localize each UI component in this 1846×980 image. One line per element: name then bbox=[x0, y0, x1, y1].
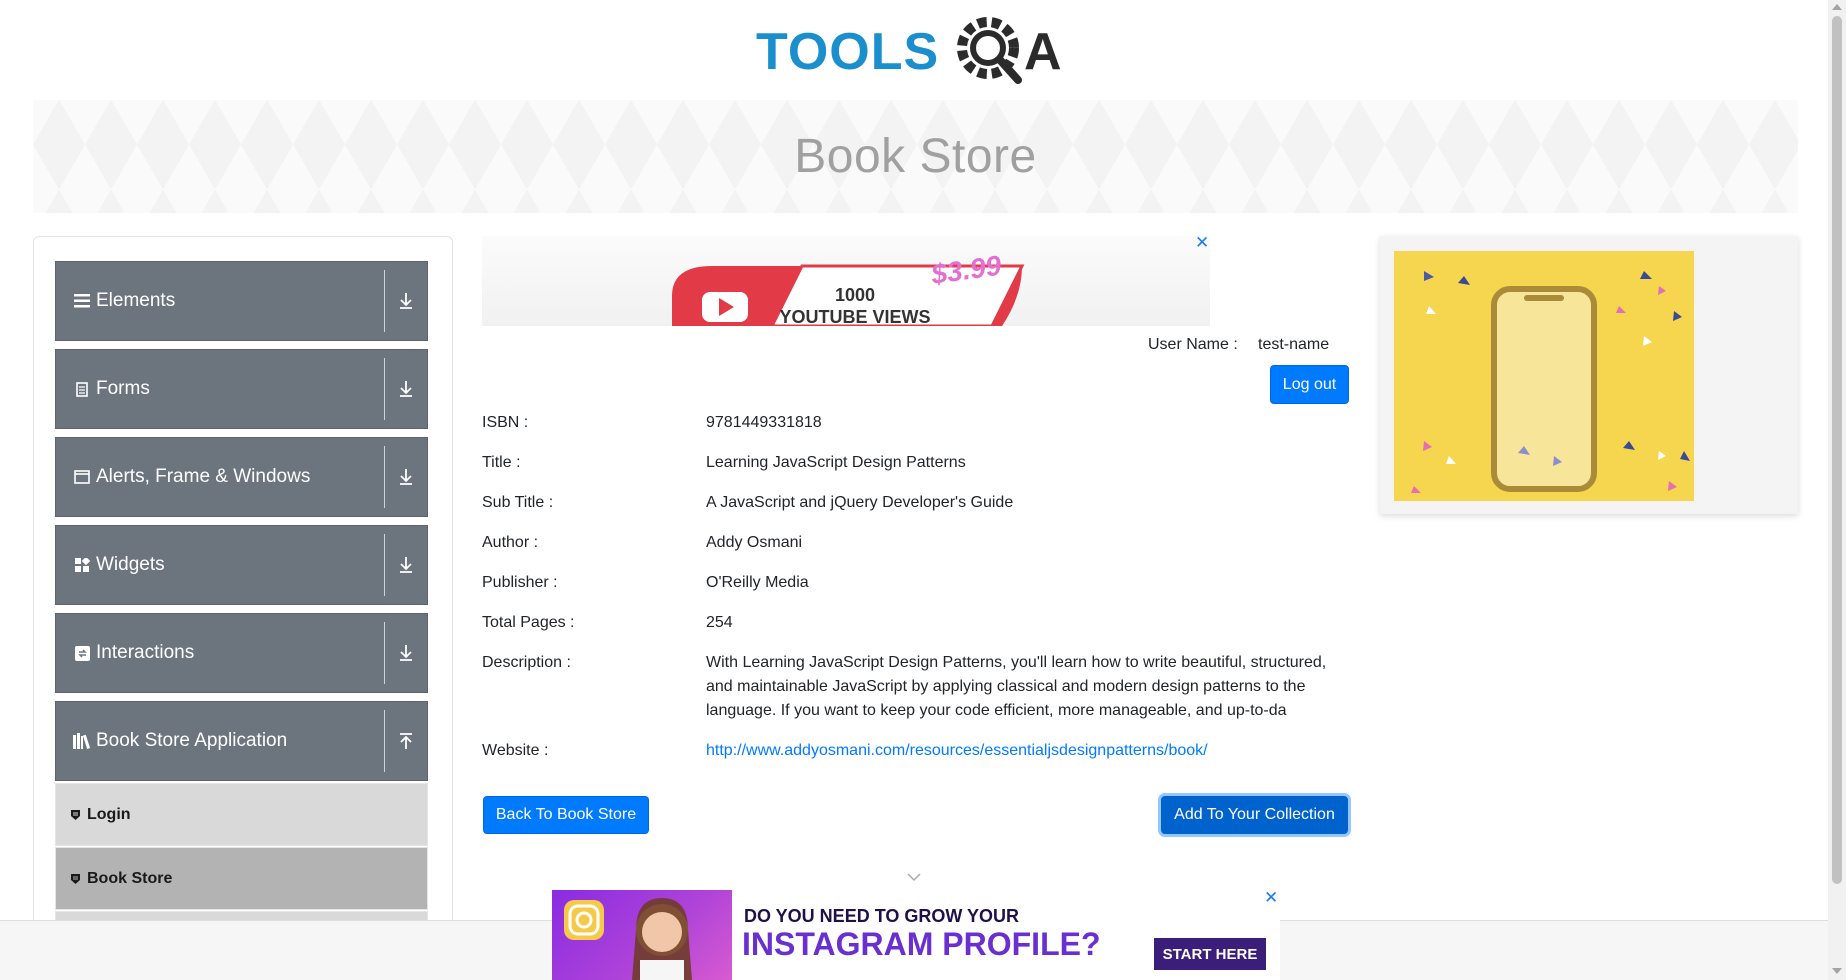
sidebar-group-label: Interactions bbox=[96, 642, 195, 663]
document-icon bbox=[72, 381, 92, 397]
download-arrow-icon bbox=[385, 556, 427, 574]
download-arrow-icon bbox=[385, 468, 427, 486]
download-arrow-icon bbox=[385, 644, 427, 662]
download-arrow-icon bbox=[385, 380, 427, 398]
sidebar-group-label: Widgets bbox=[96, 554, 165, 575]
ad-image bbox=[552, 890, 732, 980]
sidebar-group-interactions[interactable]: Interactions bbox=[55, 613, 428, 693]
youtube-views-ad-graphic: 1000 YOUTUBE VIEWS $3.99 bbox=[672, 250, 1025, 326]
subtitle-label: Sub Title : bbox=[482, 494, 554, 511]
ad-banner-right[interactable] bbox=[1380, 236, 1798, 514]
sidebar-group-label: Elements bbox=[96, 290, 176, 311]
svg-text:A: A bbox=[1024, 23, 1062, 81]
page: TOOLS A Book Store Elements Forms Alerts… bbox=[0, 0, 1846, 980]
author-label: Author : bbox=[482, 534, 539, 551]
ad-headline: DO YOU NEED TO GROW YOUR bbox=[744, 906, 1020, 926]
website-link[interactable]: http://www.addyosmani.com/resources/esse… bbox=[706, 742, 1208, 760]
sidebar-group-elements[interactable]: Elements bbox=[55, 261, 428, 341]
sidebar-item-book-store[interactable]: Book Store bbox=[55, 847, 428, 910]
title-label: Title : bbox=[482, 454, 521, 471]
page-title: Book Store bbox=[794, 130, 1037, 183]
phone-ad-graphic bbox=[1394, 251, 1694, 501]
isbn-value: 9781449331818 bbox=[706, 414, 822, 431]
publisher-label: Publisher : bbox=[482, 574, 558, 591]
sidebar-item-label: Login bbox=[87, 805, 131, 823]
books-icon bbox=[72, 733, 92, 749]
isbn-label: ISBN : bbox=[482, 414, 529, 431]
sidebar-item-login[interactable]: Login bbox=[55, 783, 428, 846]
download-arrow-icon bbox=[385, 292, 427, 310]
sidebar-group-label: Forms bbox=[96, 378, 150, 399]
title-value: Learning JavaScript Design Patterns bbox=[706, 454, 966, 471]
hamburger-icon bbox=[72, 294, 92, 308]
scrollbar-thumb[interactable] bbox=[1832, 16, 1842, 884]
sidebar-group-label: Alerts, Frame & Windows bbox=[96, 466, 311, 487]
ad-headline-large: INSTAGRAM PROFILE? bbox=[742, 926, 1101, 962]
back-to-book-store-button[interactable]: Back To Book Store bbox=[483, 796, 649, 834]
interactions-icon bbox=[72, 645, 92, 661]
username-value: test-name bbox=[1258, 336, 1330, 353]
chevron-down-icon[interactable] bbox=[906, 872, 922, 882]
total-pages-label: Total Pages : bbox=[482, 614, 575, 631]
sidebar-group-widgets[interactable]: Widgets bbox=[55, 525, 428, 605]
svg-text:TOOLS: TOOLS bbox=[756, 23, 939, 81]
add-to-collection-button[interactable]: Add To Your Collection bbox=[1161, 796, 1348, 834]
logout-button[interactable]: Log out bbox=[1270, 365, 1349, 404]
ad-banner-top[interactable]: 1000 YOUTUBE VIEWS $3.99 bbox=[482, 236, 1210, 326]
scroll-up-arrow-icon[interactable] bbox=[1832, 4, 1842, 10]
gear-magnifier-icon bbox=[957, 17, 1022, 84]
subtitle-value: A JavaScript and jQuery Developer's Guid… bbox=[706, 494, 1014, 511]
ad-close-icon[interactable]: ✕ bbox=[1195, 233, 1209, 253]
sidebar: Elements Forms Alerts, Frame & Windows W… bbox=[33, 236, 453, 980]
svg-text:YOUTUBE VIEWS: YOUTUBE VIEWS bbox=[779, 307, 930, 326]
sidebar-group-label: Book Store Application bbox=[96, 730, 288, 751]
page-banner: Book Store bbox=[33, 100, 1798, 213]
author-value: Addy Osmani bbox=[706, 534, 803, 551]
total-pages-value: 254 bbox=[706, 614, 733, 631]
toolsqa-logo[interactable]: TOOLS A bbox=[754, 14, 1084, 90]
description-value: With Learning JavaScript Design Patterns… bbox=[706, 654, 1327, 719]
upload-arrow-icon bbox=[385, 732, 427, 750]
svg-text:1000: 1000 bbox=[835, 285, 875, 305]
widgets-icon bbox=[72, 557, 92, 573]
sidebar-group-book-store-application[interactable]: Book Store Application bbox=[55, 701, 428, 781]
sidebar-group-alerts-frame-windows[interactable]: Alerts, Frame & Windows bbox=[55, 437, 428, 517]
description-label: Description : bbox=[482, 654, 571, 671]
window-icon bbox=[72, 470, 92, 484]
ad-close-icon[interactable]: ✕ bbox=[1264, 888, 1278, 908]
sidebar-item-label: Book Store bbox=[87, 869, 173, 887]
ad-banner-bottom[interactable]: DO YOU NEED TO GROW YOUR INSTAGRAM PROFI… bbox=[552, 890, 1280, 980]
website-label: Website : bbox=[482, 742, 549, 759]
publisher-value: O'Reilly Media bbox=[706, 574, 809, 591]
shield-icon bbox=[70, 873, 81, 885]
sidebar-group-forms[interactable]: Forms bbox=[55, 349, 428, 429]
scroll-down-arrow-icon[interactable] bbox=[1832, 968, 1842, 974]
shield-icon bbox=[70, 809, 81, 821]
username-label: User Name : bbox=[1148, 336, 1238, 353]
scrollbar[interactable] bbox=[1828, 0, 1846, 980]
start-here-button[interactable]: START HERE bbox=[1154, 938, 1266, 970]
